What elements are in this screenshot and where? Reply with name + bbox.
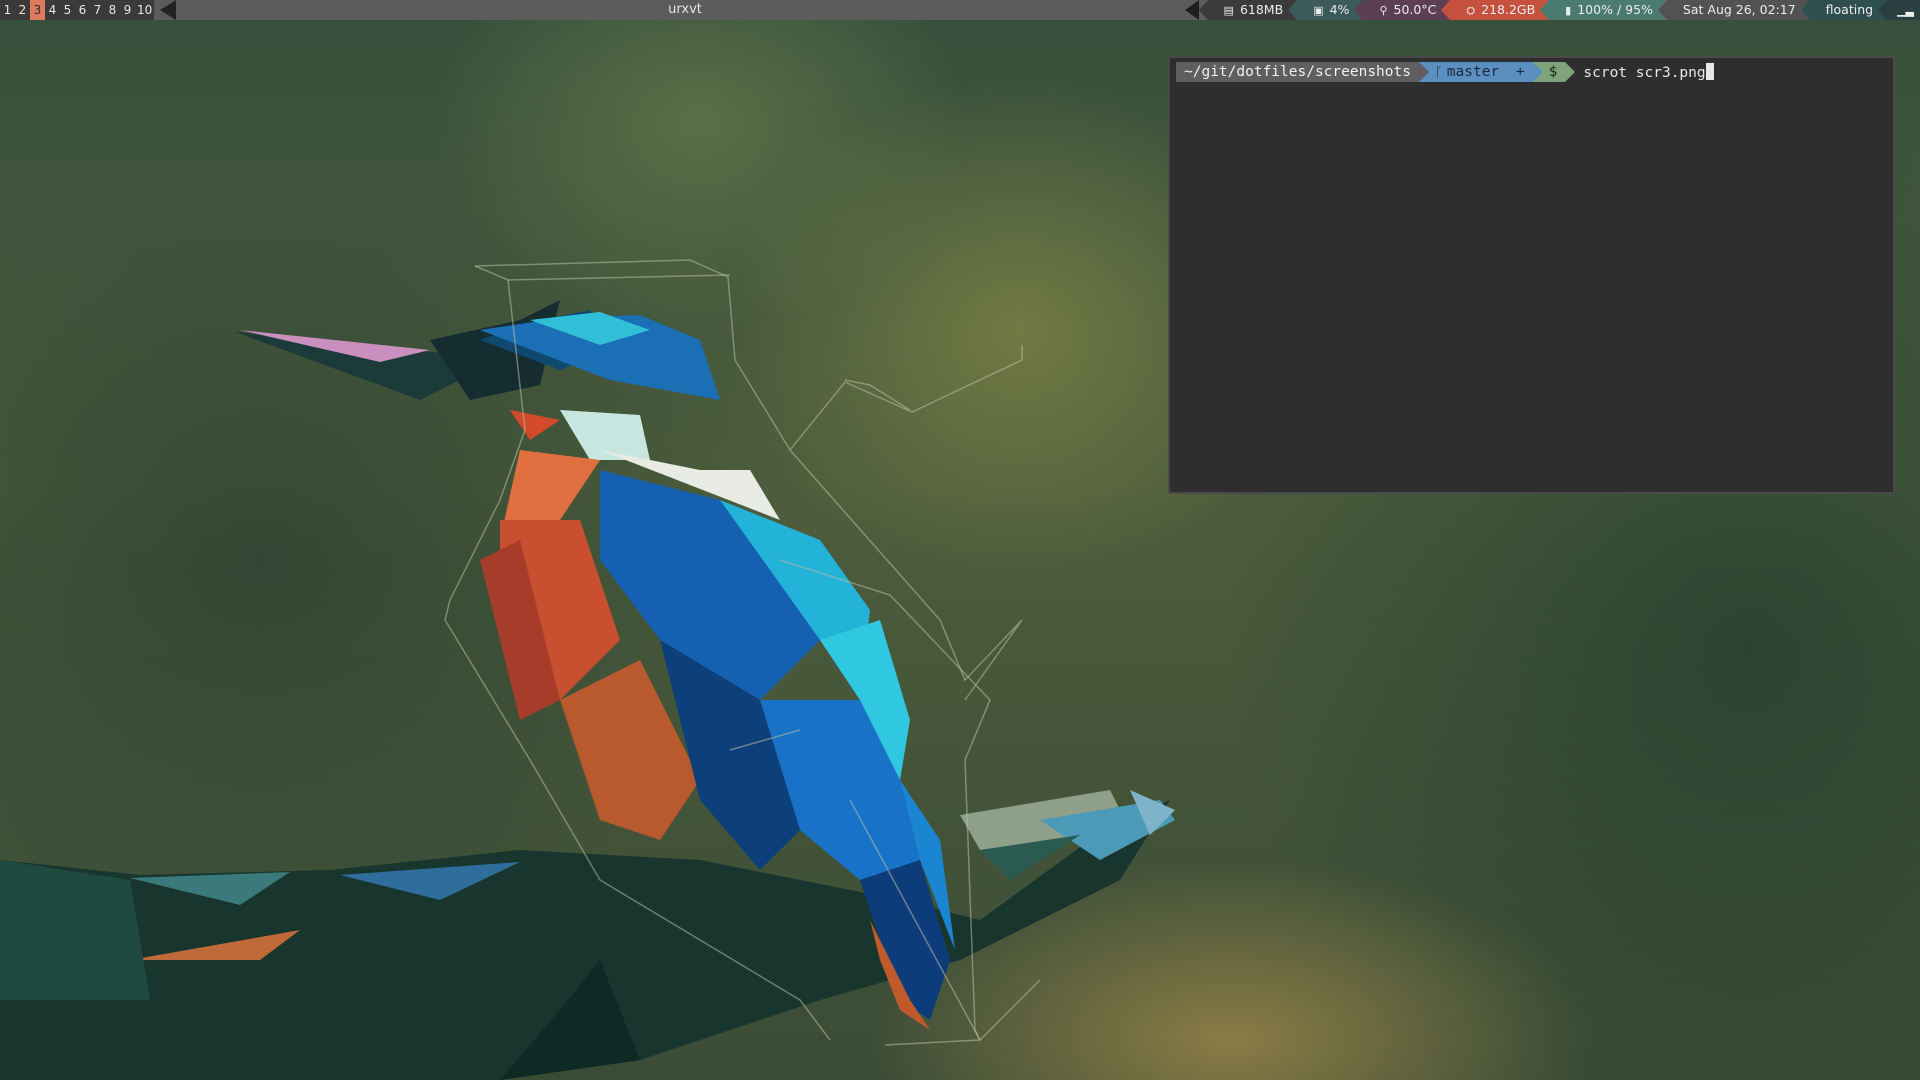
datetime-value: Sat Aug 26, 02:17 — [1682, 2, 1796, 17]
terminal-window[interactable]: ~/git/dotfiles/screenshots ᚴ master + $ s… — [1168, 56, 1895, 494]
layout-mode[interactable]: floating — [1800, 0, 1888, 20]
workspace-1[interactable]: 1 — [0, 0, 15, 20]
status-bar: 1 2 3 4 5 6 7 8 9 10 urxvt ▤ 618MB ▣ 4% ⚲ 5… — [0, 0, 1920, 20]
memory-icon: ▤ — [1223, 4, 1234, 17]
prompt-cwd: ~/git/dotfiles/screenshots — [1176, 62, 1429, 82]
workspace-10[interactable]: 10 — [135, 0, 155, 20]
battery-value: 100% / 95% — [1577, 2, 1653, 17]
signal-status: ▁▃ — [1878, 0, 1920, 20]
workspace-3[interactable]: 3 — [30, 0, 45, 20]
workspace-7[interactable]: 7 — [90, 0, 105, 20]
thermometer-icon: ⚲ — [1379, 4, 1388, 17]
workspace-8[interactable]: 8 — [105, 0, 120, 20]
command-text: scrot scr3.png — [1583, 65, 1706, 81]
clock: Sat Aug 26, 02:17 — [1657, 0, 1810, 20]
cpu-icon: ▣ — [1313, 4, 1324, 17]
branch-name: master — [1446, 64, 1500, 80]
window-title: urxvt — [668, 2, 702, 17]
temperature-value: 50.0°C — [1393, 2, 1437, 17]
signal-icon: ▁▃ — [1897, 4, 1914, 17]
battery-status: ▮ 100% / 95% — [1540, 0, 1667, 20]
workspace-9[interactable]: 9 — [120, 0, 135, 20]
prompt-line: ~/git/dotfiles/screenshots ᚴ master + $ s… — [1176, 62, 1714, 82]
workspace-5[interactable]: 5 — [60, 0, 75, 20]
memory-status: ▤ 618MB — [1198, 0, 1298, 20]
status-separator — [1184, 0, 1199, 20]
disk-icon: ⛭ — [1466, 4, 1476, 17]
disk-status: ⛭ 218.2GB — [1441, 0, 1550, 20]
cpu-value: 4% — [1329, 2, 1350, 17]
text-cursor — [1705, 63, 1714, 80]
workspace-2[interactable]: 2 — [15, 0, 30, 20]
branch-status: + — [1515, 64, 1525, 80]
workspace-6[interactable]: 6 — [75, 0, 90, 20]
prompt-git-branch: ᚴ master + — [1418, 62, 1543, 82]
disk-value: 218.2GB — [1481, 2, 1536, 17]
layout-mode-label: floating — [1825, 2, 1874, 17]
status-blocks: ▤ 618MB ▣ 4% ⚲ 50.0°C ⛭ 218.2GB ▮ 100% / 95% … — [1184, 0, 1920, 20]
temperature-status: ⚲ 50.0°C — [1354, 0, 1451, 20]
workspace-separator — [160, 0, 176, 20]
branch-shape — [0, 790, 1175, 1080]
git-branch-icon: ᚴ — [1434, 65, 1443, 80]
workspace-4[interactable]: 4 — [45, 0, 60, 20]
battery-icon: ▮ — [1565, 4, 1572, 17]
memory-value: 618MB — [1239, 2, 1284, 17]
workspace-switcher: 1 2 3 4 5 6 7 8 9 10 — [0, 0, 155, 20]
command-input[interactable]: scrot scr3.png — [1583, 63, 1714, 81]
